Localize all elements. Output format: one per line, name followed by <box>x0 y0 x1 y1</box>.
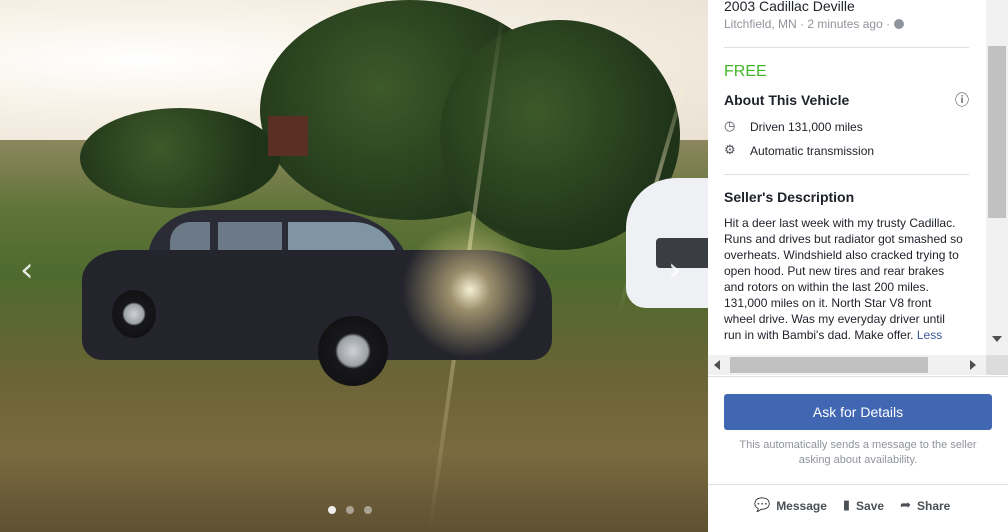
sun-flare <box>390 210 550 370</box>
ask-note: This automatically sends a message to th… <box>739 439 977 466</box>
save-label: Save <box>856 498 885 513</box>
messenger-icon: 💬 <box>754 498 771 513</box>
photo-dot[interactable] <box>364 506 372 514</box>
less-link[interactable]: Less <box>917 328 942 342</box>
save-button[interactable]: ▮ Save <box>843 498 884 513</box>
listing-details-panel: 2003 Cadillac Deville Litchfield, MN · 2… <box>708 0 1008 532</box>
bookmark-icon: ▮ <box>842 498 851 513</box>
location-time: Litchfield, MN · 2 minutes ago · <box>724 17 891 31</box>
scrollbar-thumb[interactable] <box>988 46 1006 218</box>
spec-label: Driven 131,000 miles <box>750 120 863 134</box>
share-label: Share <box>916 498 951 513</box>
speedometer-icon: ◷ <box>724 119 736 134</box>
scrollbar-thumb[interactable] <box>730 357 928 373</box>
horizontal-scrollbar[interactable] <box>708 355 986 375</box>
divider <box>724 47 969 48</box>
photo-barn <box>268 116 308 156</box>
scroll-right-icon[interactable] <box>970 360 976 370</box>
listing-meta: Litchfield, MN · 2 minutes ago · <box>724 17 986 31</box>
car-wheel <box>318 316 388 386</box>
photo-pagination <box>328 506 372 514</box>
action-bar: 💬 Message ▮ Save ➦ Share <box>754 498 950 513</box>
engine-icon: ⚙ <box>724 143 736 158</box>
divider <box>708 484 1008 485</box>
listing-price: FREE <box>724 63 767 80</box>
divider <box>708 376 1008 377</box>
share-button[interactable]: ➦ Share <box>900 498 950 513</box>
description-text: Hit a deer last week with my trusty Cadi… <box>724 216 963 342</box>
share-icon: ➦ <box>900 498 911 513</box>
photo-dot[interactable] <box>346 506 354 514</box>
spec-label: Automatic transmission <box>750 144 875 158</box>
scroll-left-icon[interactable] <box>714 360 720 370</box>
photo-trees <box>80 108 280 208</box>
spec-transmission: ⚙ Automatic transmission <box>724 143 986 159</box>
spec-mileage: ◷ Driven 131,000 miles <box>724 119 986 135</box>
listing-title: 2003 Cadillac Deville <box>724 0 855 14</box>
seller-description-heading: Seller's Description <box>724 189 855 205</box>
seller-description: Hit a deer last week with my trusty Cadi… <box>724 215 964 343</box>
vertical-scrollbar[interactable] <box>986 0 1008 355</box>
scroll-down-icon[interactable] <box>992 336 1002 342</box>
globe-icon <box>894 19 905 29</box>
car-wheel <box>112 290 156 338</box>
message-button[interactable]: 💬 Message <box>754 498 827 513</box>
about-vehicle-heading: About This Vehicle <box>724 92 850 108</box>
photo-suv <box>626 178 708 308</box>
next-photo-icon[interactable]: › <box>668 250 682 290</box>
details-scroll-area[interactable]: 2003 Cadillac Deville Litchfield, MN · 2… <box>708 0 986 355</box>
photo-dot[interactable] <box>328 506 336 514</box>
divider <box>724 174 969 175</box>
listing-photo[interactable]: ‹ › <box>0 0 708 532</box>
ask-for-details-button[interactable]: Ask for Details <box>724 394 992 430</box>
about-vehicle-header: About This Vehicle ⓘ <box>724 90 969 110</box>
scrollbar-corner <box>986 355 1008 375</box>
previous-photo-icon[interactable]: ‹ <box>20 250 34 290</box>
message-label: Message <box>776 498 827 513</box>
suv-grille <box>656 238 708 268</box>
info-icon[interactable]: ⓘ <box>955 90 969 110</box>
